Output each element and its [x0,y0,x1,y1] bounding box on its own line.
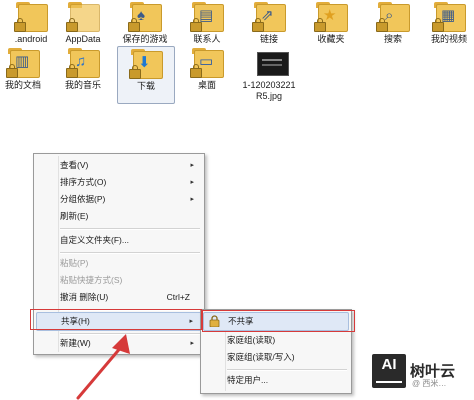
lock-overlay-icon [128,18,140,32]
menu-item-label: 排序方式(O) [60,177,107,187]
annotation-box-share [30,309,202,330]
menu-item-label: 粘贴快捷方式(S) [60,275,123,285]
menu-item-undo-delete[interactable]: 撤消 删除(U) Ctrl+Z [36,289,202,306]
lock-overlay-icon [376,18,388,32]
menu-item-label: 粘贴(P) [60,258,89,268]
image-file[interactable]: 1-120203221 R5.jpg [238,46,300,102]
lock-overlay-icon [190,18,202,32]
lock-overlay-icon [314,18,326,32]
menu-item-refresh[interactable]: 刷新(E) [36,208,202,225]
folder-label: 我的文档 [4,80,41,90]
submenu-arrow-icon: ▸ [190,196,194,203]
shortcut-text: Ctrl+Z [166,292,190,302]
folder-appdata[interactable]: AppData [52,0,114,45]
folder-searches[interactable]: ⌕ 搜索 [362,0,424,45]
watermark-sub: @ 西米… [412,379,447,388]
folder-links[interactable]: ⇗ 链接 [238,0,300,45]
menu-item-group[interactable]: 分组依据(P) ▸ [36,191,202,208]
folder-downloads[interactable]: ⬇ 下载 [117,46,175,104]
watermark-logo: AI [372,354,406,388]
folder-documents[interactable]: ▥ 我的文档 [0,46,54,91]
folder-music[interactable]: ♫ 我的音乐 [52,46,114,91]
folder-label: AppData [65,34,101,44]
watermark: AI 树叶云 @ 西米… [372,354,472,394]
submenu-item-specific-users[interactable]: 特定用户... [203,372,349,389]
menu-item-label: 刷新(E) [60,211,89,221]
lock-overlay-icon [66,64,78,78]
menu-item-label: 查看(V) [60,160,89,170]
submenu-item-homegroup-read[interactable]: 家庭组(读取) [203,332,349,349]
menu-item-paste-shortcut[interactable]: 粘贴快捷方式(S) [36,272,202,289]
lock-overlay-icon [6,64,18,78]
lock-overlay-icon [190,64,202,78]
lock-overlay-icon [129,65,141,79]
menu-item-label: 撤消 删除(U) [60,292,109,302]
lock-overlay-icon [252,18,264,32]
file-name-line1: 1-120203221 [242,80,296,90]
menu-item-paste[interactable]: 粘贴(P) [36,255,202,272]
menu-separator [227,369,347,371]
menu-item-sort[interactable]: 排序方式(O) ▸ [36,174,202,191]
folder-label: 我的视频 [430,34,467,44]
submenu-arrow-icon: ▸ [190,340,194,347]
folder-desktop[interactable]: ▭ 桌面 [176,46,238,91]
folder-saved-games[interactable]: ♠ 保存的游戏 [114,0,176,45]
menu-item-view[interactable]: 查看(V) ▸ [36,157,202,174]
folder-label: 保存的游戏 [122,34,168,44]
folder-label: 联系人 [193,34,221,44]
folder-label: 下载 [136,81,155,91]
folder-label: 链接 [259,34,278,44]
image-file-icon [257,52,289,76]
folder-favorites[interactable]: ★ 收藏夹 [300,0,362,45]
menu-item-label: 分组依据(P) [60,194,106,204]
submenu-arrow-icon: ▸ [190,162,194,169]
file-name-line2: R5.jpg [255,91,282,101]
folder-contacts[interactable]: ▤ 联系人 [176,0,238,45]
menu-item-customize[interactable]: 自定义文件夹(F)... [36,232,202,249]
folder-videos[interactable]: ▦ 我的视频 [424,0,474,45]
lock-overlay-icon [432,18,444,32]
folder-label: 搜索 [383,34,402,44]
annotation-arrow-icon [76,334,130,400]
lock-overlay-icon [14,18,26,32]
submenu-item-homegroup-readwrite[interactable]: 家庭组(读取/写入) [203,349,349,366]
menu-item-label: 自定义文件夹(F)... [60,235,129,245]
submenu-arrow-icon: ▸ [190,179,194,186]
submenu-item-label: 家庭组(读取) [227,335,276,345]
menu-separator [60,252,200,254]
lock-overlay-icon [66,18,78,32]
annotation-box-no-share [202,310,355,332]
submenu-item-label: 家庭组(读取/写入) [227,352,295,362]
folder-label: 收藏夹 [317,34,345,44]
folder-label: 我的音乐 [64,80,101,90]
submenu-item-label: 特定用户... [227,375,269,385]
menu-separator [60,228,200,230]
folder-label: 桌面 [197,80,216,90]
